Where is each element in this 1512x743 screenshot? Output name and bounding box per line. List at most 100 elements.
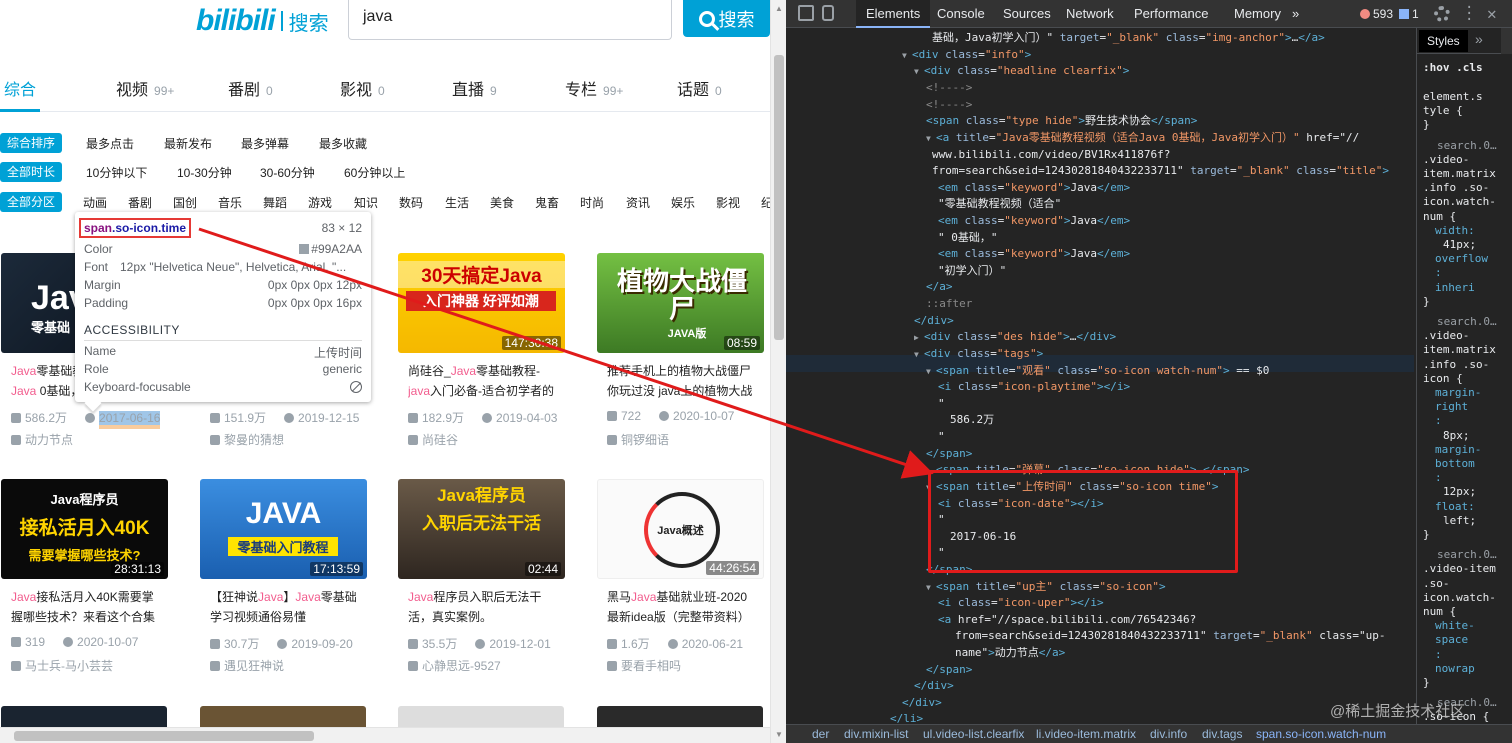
style-rule-line[interactable]: search.0… (1437, 315, 1497, 329)
style-rule-line[interactable]: num { (1423, 605, 1456, 619)
dom-node-line[interactable]: ▼ <div class="headline clearfix"> (914, 63, 1129, 81)
video-thumbnail[interactable] (398, 706, 564, 727)
video-thumbnail[interactable]: 植物大战僵尸 JAVA版 08:59 (597, 253, 764, 353)
uploader[interactable]: 铜锣细语 (607, 431, 669, 448)
dom-node-line[interactable]: </div> (914, 313, 954, 330)
video-title[interactable]: 尚硅谷_Java零基础教程-java入门必备-适合初学者的 (408, 361, 558, 401)
video-card[interactable]: JAVA 零基础入门教程 17:13:59 【狂神说Java】Java零基础 学习… (200, 479, 367, 689)
style-rule-line[interactable]: overflow (1435, 252, 1488, 266)
dom-node-line[interactable]: " (938, 396, 945, 413)
zone-option[interactable]: 动画 (83, 194, 107, 211)
video-thumbnail[interactable]: Java概述 44:26:54 (597, 479, 764, 579)
tab-video[interactable]: 视频 99+ (116, 76, 174, 100)
dom-node-line[interactable]: </span> (926, 562, 972, 579)
style-rule-line[interactable]: } (1423, 118, 1430, 132)
scroll-down-icon[interactable]: ▼ (775, 730, 783, 739)
style-rule-line[interactable]: nowrap (1435, 662, 1475, 676)
tab-network[interactable]: Network (1056, 0, 1124, 28)
video-thumbnail[interactable] (200, 706, 366, 727)
dom-node-line[interactable]: name">动力节点</a> (955, 645, 1065, 662)
dom-node-line[interactable]: " (938, 545, 945, 562)
zone-filter-label[interactable]: 全部分区 (0, 192, 63, 212)
breadcrumb-item[interactable]: div.mixin-list (844, 725, 908, 743)
uploader[interactable]: 要看手相吗 (607, 657, 681, 674)
zone-option[interactable]: 音乐 (218, 194, 242, 211)
dom-node-line[interactable]: <i class="icon-playtime"></i> (938, 379, 1130, 396)
dom-node-line[interactable]: </span> (926, 446, 972, 463)
uploader[interactable]: 遇见狂神说 (210, 657, 284, 674)
video-card[interactable]: Java程序员 接私活月入40K 需要掌握哪些技术? 28:31:13 Java… (1, 479, 168, 689)
style-rule-line[interactable]: .video- (1423, 329, 1469, 343)
vertical-scrollbar[interactable]: ▲ ▼ (770, 0, 786, 743)
style-rule-line[interactable]: icon.watch- (1423, 195, 1496, 209)
dom-node-line[interactable]: <a href="//space.bilibili.com/76542346? (938, 612, 1196, 629)
dom-node-line[interactable]: </a> (926, 279, 953, 296)
style-rule-line[interactable]: .so- (1423, 577, 1450, 591)
device-toolbar-icon[interactable] (822, 5, 834, 21)
zone-option[interactable]: 资讯 (626, 194, 650, 211)
dom-node-line[interactable]: www.bilibili.com/video/BV1Rx411876f? (932, 147, 1170, 164)
style-rule-line[interactable]: : (1435, 414, 1442, 428)
style-rule-line[interactable]: } (1423, 676, 1430, 690)
search-button[interactable]: 搜索 (683, 0, 770, 37)
style-rule-line[interactable]: margin- (1435, 443, 1481, 457)
breadcrumb-item[interactable]: ul.video-list.clearfix (923, 725, 1024, 743)
video-card[interactable]: Java程序员 入职后无法干活 02:44 Java程序员入职后无法干 活，真实案… (398, 479, 565, 689)
dom-node-line[interactable]: <em class="keyword">Java</em> (938, 213, 1130, 230)
style-rule-line[interactable]: : (1435, 266, 1442, 280)
style-rule-line[interactable]: tyle { (1423, 104, 1463, 118)
dom-node-line[interactable]: </span> (926, 662, 972, 679)
zone-option[interactable]: 舞蹈 (263, 194, 287, 211)
dom-node-line[interactable]: " (938, 512, 945, 529)
style-rule-line[interactable]: .video-item (1423, 562, 1496, 576)
dom-node-line[interactable]: "零基础教程视频（适合" (938, 196, 1061, 213)
tab-memory[interactable]: Memory (1224, 0, 1291, 28)
dom-node-line[interactable]: </div> (902, 695, 942, 712)
video-thumbnail[interactable]: JAVA 零基础入门教程 17:13:59 (200, 479, 367, 579)
style-rule-line[interactable]: num { (1423, 210, 1456, 224)
dom-node-line[interactable]: 基础，Java初学入门）" target="_blank" class="img… (932, 30, 1325, 47)
dom-node-line[interactable]: </div> (914, 678, 954, 695)
dom-node-line[interactable]: 2017-06-16 (950, 529, 1016, 546)
video-thumbnail[interactable]: Java程序员 接私活月入40K 需要掌握哪些技术? 28:31:13 (1, 479, 168, 579)
dom-node-line[interactable]: <em class="keyword">Java</em> (938, 246, 1130, 263)
dom-node-line[interactable]: <!----> (926, 80, 972, 97)
dom-node-line[interactable]: ▶ <div class="des hide">…</div> (914, 329, 1116, 347)
tab-topic[interactable]: 话题 0 (677, 76, 722, 100)
uploader[interactable]: 动力节点 (11, 431, 73, 448)
style-rule-line[interactable]: right (1435, 400, 1468, 414)
zone-option[interactable]: 数码 (399, 194, 423, 211)
style-rule-line[interactable]: } (1423, 528, 1430, 542)
dom-node-line[interactable]: <em class="keyword">Java</em> (938, 180, 1130, 197)
tab-performance[interactable]: Performance (1124, 0, 1218, 28)
sort-option[interactable]: 最新发布 (164, 135, 212, 152)
bilibili-logo[interactable]: bilibili 搜索 (196, 4, 329, 38)
video-thumbnail[interactable] (1, 706, 167, 727)
video-title[interactable]: 推荐手机上的植物大战僵尸 你玩过没 java上的植物大战 (607, 361, 757, 401)
sort-filter-label[interactable]: 综合排序 (0, 133, 63, 153)
style-rule-line[interactable]: element.s (1423, 90, 1483, 104)
breadcrumb-item[interactable]: li.video-item.matrix (1036, 725, 1136, 743)
dom-node-line[interactable]: 586.2万 (950, 412, 994, 429)
dom-node-line[interactable]: <i class="icon-uper"></i> (938, 595, 1104, 612)
horizontal-scrollbar[interactable] (0, 727, 770, 743)
dom-node-line[interactable]: <!----> (926, 97, 972, 114)
tab-article[interactable]: 专栏 99+ (565, 76, 623, 100)
style-rule-line[interactable]: item.matrix (1423, 343, 1496, 357)
style-rule-line[interactable]: .video- (1423, 153, 1469, 167)
style-rule-line[interactable]: .info .so- (1423, 358, 1489, 372)
duration-option[interactable]: 30-60分钟 (260, 164, 315, 181)
tab-all[interactable]: 综合 (4, 76, 36, 100)
dom-node-line[interactable]: "初学入门）" (938, 263, 1006, 280)
breadcrumb-item-selected[interactable]: span.so-icon.watch-num (1256, 725, 1386, 743)
zone-option[interactable]: 时尚 (580, 194, 604, 211)
breadcrumb-item[interactable]: div.tags (1202, 725, 1242, 743)
style-rule-line[interactable]: icon.watch- (1423, 591, 1496, 605)
style-rule-line[interactable]: space (1435, 633, 1468, 647)
duration-option[interactable]: 10分钟以下 (86, 164, 147, 181)
style-rule-line[interactable]: width: (1435, 224, 1475, 238)
uploader[interactable]: 马士兵-马小芸芸 (11, 657, 113, 674)
dom-node-line[interactable]: ▼ <span title="观看" class="so-icon watch-n… (926, 363, 1269, 381)
scroll-thumb[interactable] (14, 731, 314, 741)
uploader[interactable]: 尚硅谷 (408, 431, 458, 448)
